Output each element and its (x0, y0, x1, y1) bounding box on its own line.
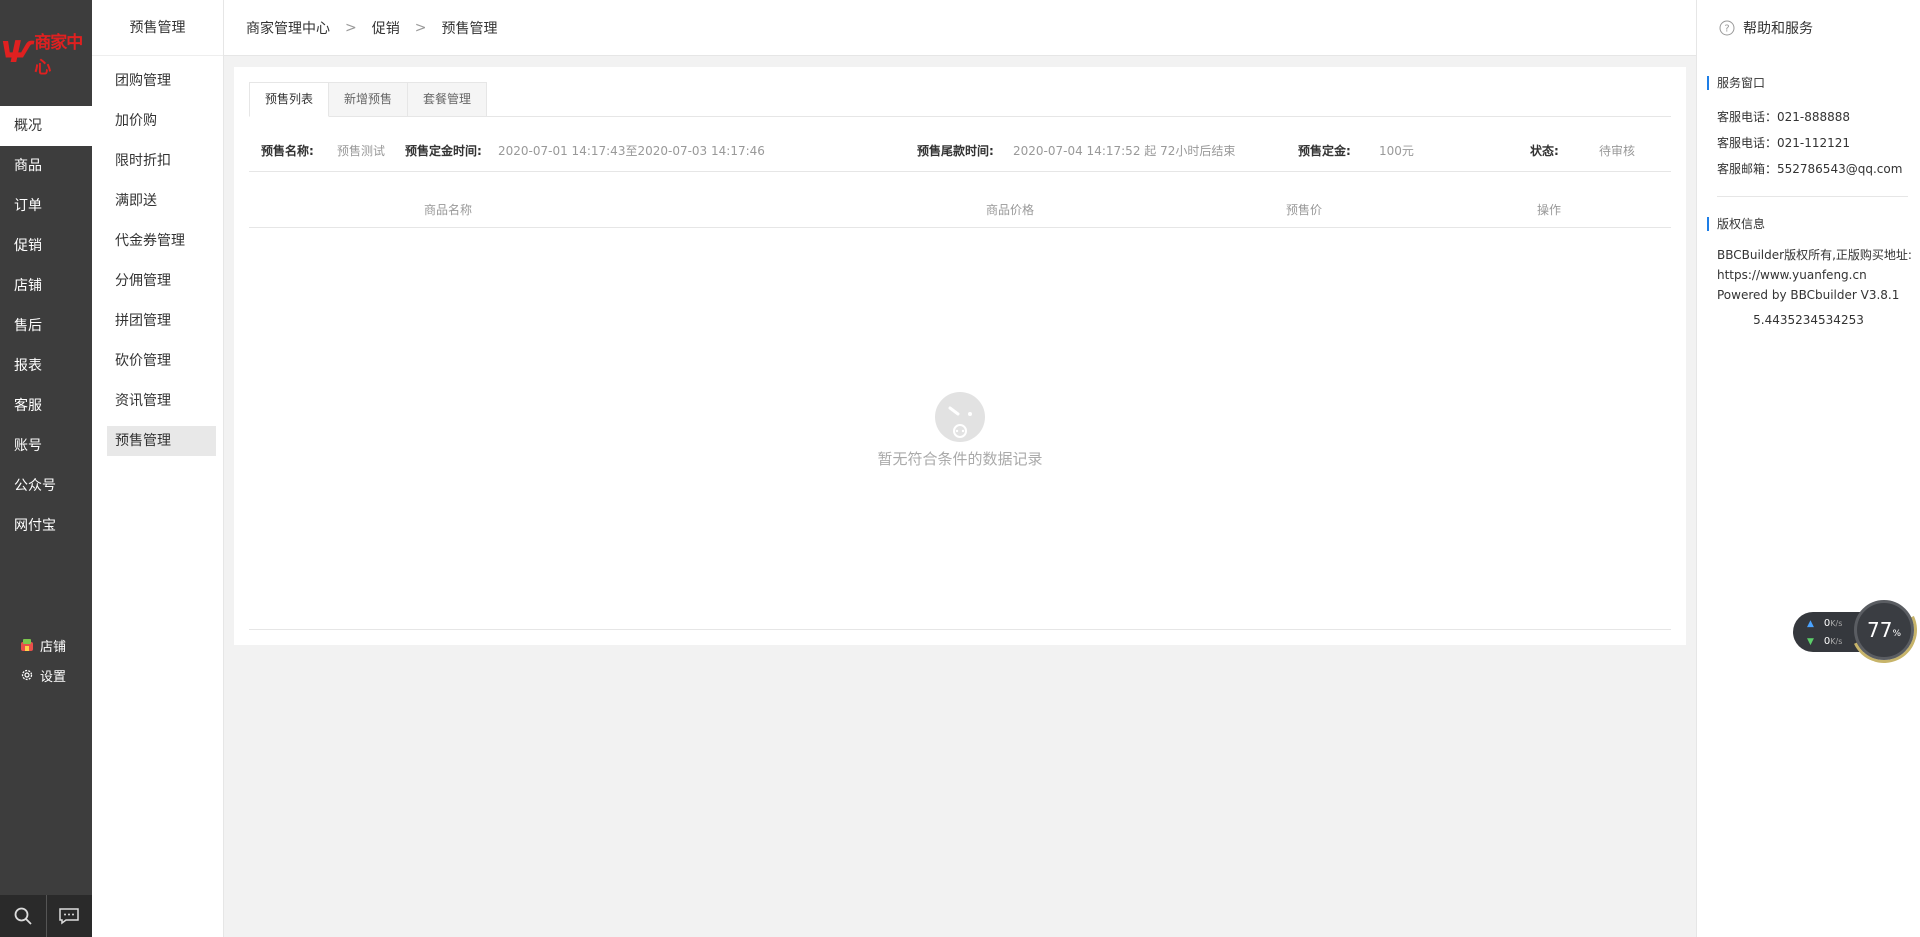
empty-data-icon (935, 392, 985, 442)
speed-unit: K/s (1830, 619, 1843, 628)
nav-item-shop[interactable]: 店铺 (0, 266, 92, 306)
nav-item-reports[interactable]: 报表 (0, 346, 92, 386)
settings-link[interactable]: 设置 (0, 660, 92, 690)
nav-footer (0, 895, 92, 937)
submenu-item-flash-discount[interactable]: 限时折扣 (107, 146, 216, 176)
arrow-up-icon: ▲ (1807, 618, 1814, 629)
submenu-item-bargain[interactable]: 砍价管理 (107, 346, 216, 376)
submenu-item-presale[interactable]: 预售管理 (107, 426, 216, 456)
nav-item-account[interactable]: 账号 (0, 426, 92, 466)
submenu-item-gift-on-spend[interactable]: 满即送 (107, 186, 216, 216)
presale-name-value: 预售测试 (337, 144, 386, 158)
presale-card: 预售列表 新增预售 套餐管理 预售名称: 预售测试 预售定金时间: 2020-0… (234, 67, 1686, 645)
arrow-down-icon: ▼ (1807, 636, 1814, 647)
presale-name-label: 预售名称: (261, 144, 314, 158)
column-presale-price: 预售价 (1286, 203, 1323, 217)
svg-text:?: ? (1724, 24, 1729, 35)
help-title: 帮助和服务 (1743, 21, 1813, 37)
logo-text: 商家中心 (34, 33, 83, 78)
chat-bubble-icon (59, 908, 79, 925)
column-goods-price: 商品价格 (986, 203, 1035, 217)
search-button[interactable] (0, 895, 46, 937)
main-nav-list: 概况 商品 订单 促销 店铺 售后 报表 客服 账号 公众号 网付宝 (0, 106, 92, 546)
presale-info-row: 预售名称: 预售测试 预售定金时间: 2020-07-01 14:17:43至2… (249, 142, 1671, 172)
deposit-amount-label: 预售定金: (1298, 144, 1351, 158)
gear-icon (21, 669, 33, 681)
copyright-number: 5.4435234534253 (1753, 313, 1864, 327)
help-panel: ? 帮助和服务 服务窗口 客服电话：021-888888 客服电话：021-11… (1696, 0, 1920, 937)
copyright-text: BBCBuilder版权所有,正版购买地址: https://www.yuanf… (1697, 231, 1920, 305)
status-badge: 待审核 (1599, 144, 1636, 158)
deposit-time-label: 预售定金时间: (405, 144, 482, 158)
download-speed: ▼ 0K/s (1807, 636, 1842, 647)
column-goods-name: 商品名称 (424, 203, 473, 217)
breadcrumb-item-promotion[interactable]: 促销 (372, 18, 400, 38)
submenu-item-group-buy[interactable]: 团购管理 (107, 66, 216, 96)
submenu-item-group-deal[interactable]: 拼团管理 (107, 306, 216, 336)
service-email: 客服邮箱：552786543@qq.com (1717, 162, 1903, 176)
deposit-amount-value: 100元 (1379, 144, 1414, 158)
usage-percent-circle: 77% (1854, 600, 1914, 660)
nav-item-overview[interactable]: 概况 (0, 106, 92, 146)
divider (249, 629, 1671, 630)
submenu-title: 预售管理 (92, 0, 223, 56)
usage-percent-value: 77 (1866, 618, 1893, 642)
status-label: 状态: (1530, 144, 1559, 158)
promotion-submenu: 预售管理 团购管理 加价购 限时折扣 满即送 代金券管理 分佣管理 拼团管理 砍… (92, 0, 224, 937)
service-window-title: 服务窗口 (1707, 76, 1920, 90)
breadcrumb-separator: > (345, 19, 357, 36)
speed-unit: K/s (1830, 637, 1843, 646)
tab-presale-list[interactable]: 预售列表 (249, 82, 330, 117)
shop-link-label: 店铺 (40, 639, 67, 655)
nav-item-promotion[interactable]: 促销 (0, 226, 92, 266)
network-speed-widget[interactable]: ▲ 0K/s ▼ 0K/s 77% (1790, 587, 1920, 673)
tab-bar: 预售列表 新增预售 套餐管理 (249, 82, 1671, 117)
service-phone-1: 客服电话：021-888888 (1717, 110, 1851, 124)
submenu-item-commission[interactable]: 分佣管理 (107, 266, 216, 296)
breadcrumb-separator: > (414, 19, 427, 36)
empty-state-text: 暂无符合条件的数据记录 (877, 450, 1043, 468)
divider (1717, 196, 1908, 197)
logo[interactable]: Ѱ 商家中心 (0, 0, 92, 106)
help-question-icon: ? (1719, 20, 1735, 36)
breadcrumb: 商家管理中心 > 促销 > 预售管理 (224, 0, 1696, 56)
submenu-item-add-price-buy[interactable]: 加价购 (107, 106, 216, 136)
nav-bottom-links: 店铺 设置 (0, 630, 92, 690)
settings-link-label: 设置 (40, 669, 67, 685)
nav-item-orders[interactable]: 订单 (0, 186, 92, 226)
shop-icon (21, 639, 33, 651)
upload-speed: ▲ 0K/s (1807, 618, 1842, 629)
shop-link[interactable]: 店铺 (0, 630, 92, 660)
empty-state: 暂无符合条件的数据记录 (249, 392, 1671, 469)
copyright-url-link[interactable]: https://www.yuanfeng.cn (1717, 265, 1912, 285)
tab-add-presale[interactable]: 新增预售 (329, 82, 409, 117)
copyright-title: 版权信息 (1707, 217, 1920, 231)
submenu-list: 团购管理 加价购 限时折扣 满即送 代金券管理 分佣管理 拼团管理 砍价管理 资… (92, 56, 223, 456)
nav-item-official-account[interactable]: 公众号 (0, 466, 92, 506)
final-payment-time-label: 预售尾款时间: (917, 144, 994, 158)
final-payment-time-value: 2020-07-04 14:17:52 起 72小时后结束 (1013, 144, 1236, 158)
goods-table-header: 商品名称 商品价格 预售价 操作 (249, 188, 1671, 228)
main-nav: Ѱ 商家中心 概况 商品 订单 促销 店铺 售后 报表 客服 账号 公众号 网付… (0, 0, 92, 937)
column-actions: 操作 (1537, 203, 1562, 217)
breadcrumb-item-merchant-center[interactable]: 商家管理中心 (246, 18, 330, 38)
search-icon (14, 907, 32, 925)
submenu-item-voucher[interactable]: 代金券管理 (107, 226, 216, 256)
breadcrumb-item-presale: 预售管理 (441, 20, 498, 37)
tab-package-management[interactable]: 套餐管理 (408, 82, 488, 117)
copyright-line: BBCBuilder版权所有,正版购买地址: (1717, 248, 1912, 262)
submenu-item-news[interactable]: 资讯管理 (107, 386, 216, 416)
service-phone-2: 客服电话：021-112121 (1717, 136, 1851, 150)
logo-bird-icon: Ѱ (0, 35, 37, 70)
deposit-time-value: 2020-07-01 14:17:43至2020-07-03 14:17:46 (498, 144, 765, 158)
nav-item-goods[interactable]: 商品 (0, 146, 92, 186)
nav-item-after-sales[interactable]: 售后 (0, 306, 92, 346)
percent-symbol: % (1892, 629, 1901, 639)
help-header[interactable]: ? 帮助和服务 (1697, 0, 1920, 56)
nav-item-customer-service[interactable]: 客服 (0, 386, 92, 426)
powered-by: Powered by BBCbuilder V3.8.1 (1717, 288, 1900, 302)
message-button[interactable] (45, 895, 93, 937)
nav-item-wangfubao[interactable]: 网付宝 (0, 506, 92, 546)
